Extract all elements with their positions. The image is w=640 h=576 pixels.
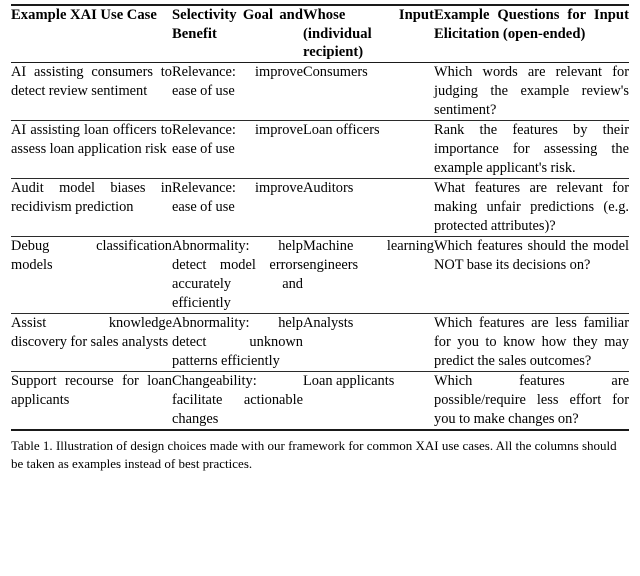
table-header-row: Example XAI Use Case Selectivity Goal an… — [11, 5, 629, 62]
table-caption: Table 1. Illustration of design choices … — [11, 437, 629, 474]
table-body: AI assisting consumers to detect review … — [11, 62, 629, 432]
cell-use-case: AI assisting consumers to detect review … — [11, 63, 172, 99]
cell-use-case: Assist knowledge discovery for sales ana… — [11, 314, 172, 350]
table-figure: Example XAI Use Case Selectivity Goal an… — [0, 0, 640, 576]
table-bottom-rule — [11, 429, 629, 432]
cell-example-question: What features are relevant for making un… — [434, 179, 629, 234]
cell-example-question: Which words are relevant for judging the… — [434, 63, 629, 118]
table-row: Assist knowledge discovery for sales ana… — [11, 313, 629, 371]
caption-label: Table 1. — [11, 437, 53, 453]
cell-whose-input: Auditors — [303, 179, 354, 196]
table-row: Debug classification models Abnormality:… — [11, 236, 629, 313]
cell-selectivity-goal: Abnormality: help detect model errors ac… — [172, 237, 303, 311]
cell-selectivity-goal: Changeability: facilitate actionable cha… — [172, 372, 303, 427]
cell-selectivity-goal: Relevance: improve ease of use — [172, 63, 303, 99]
cell-whose-input: Loan officers — [303, 121, 380, 138]
column-header-use-case: Example XAI Use Case — [11, 7, 157, 23]
cell-whose-input: Analysts — [303, 314, 354, 331]
cell-example-question: Which features should the model NOT base… — [434, 237, 629, 273]
cell-use-case: AI assisting loan officers to assess loa… — [11, 121, 172, 157]
table-header: Example XAI Use Case Selectivity Goal an… — [11, 5, 629, 62]
cell-selectivity-goal: Relevance: improve ease of use — [172, 121, 303, 157]
cell-use-case: Debug classification models — [11, 237, 172, 273]
cell-use-case: Audit model biases in recidivism predict… — [11, 179, 172, 215]
cell-selectivity-goal: Abnormality: help detect unknown pattern… — [172, 314, 303, 369]
xai-use-case-table: Example XAI Use Case Selectivity Goal an… — [11, 4, 629, 432]
caption-text: Illustration of design choices made with… — [11, 437, 617, 472]
cell-whose-input: Consumers — [303, 63, 368, 80]
cell-whose-input: Machine learning engineers — [303, 237, 434, 273]
table-row: Support recourse for loan applicants Cha… — [11, 371, 629, 430]
table-row: AI assisting consumers to detect review … — [11, 62, 629, 120]
cell-whose-input: Loan applicants — [303, 372, 395, 389]
column-header-example-questions: Example Questions for Input Elicitation … — [434, 7, 629, 42]
table-row: AI assisting loan officers to assess loa… — [11, 120, 629, 178]
cell-example-question: Which features are less familiar for you… — [434, 314, 629, 369]
table-row: Audit model biases in recidivism predict… — [11, 178, 629, 236]
column-header-whose-input: Whose Input (individual recipient) — [303, 7, 434, 61]
cell-use-case: Support recourse for loan applicants — [11, 372, 172, 408]
column-header-selectivity-goal: Selectivity Goal and Benefit — [172, 7, 303, 42]
cell-selectivity-goal: Relevance: improve ease of use — [172, 179, 303, 215]
cell-example-question: Rank the features by their importance fo… — [434, 121, 629, 176]
cell-example-question: Which features are possible/require less… — [434, 372, 629, 427]
